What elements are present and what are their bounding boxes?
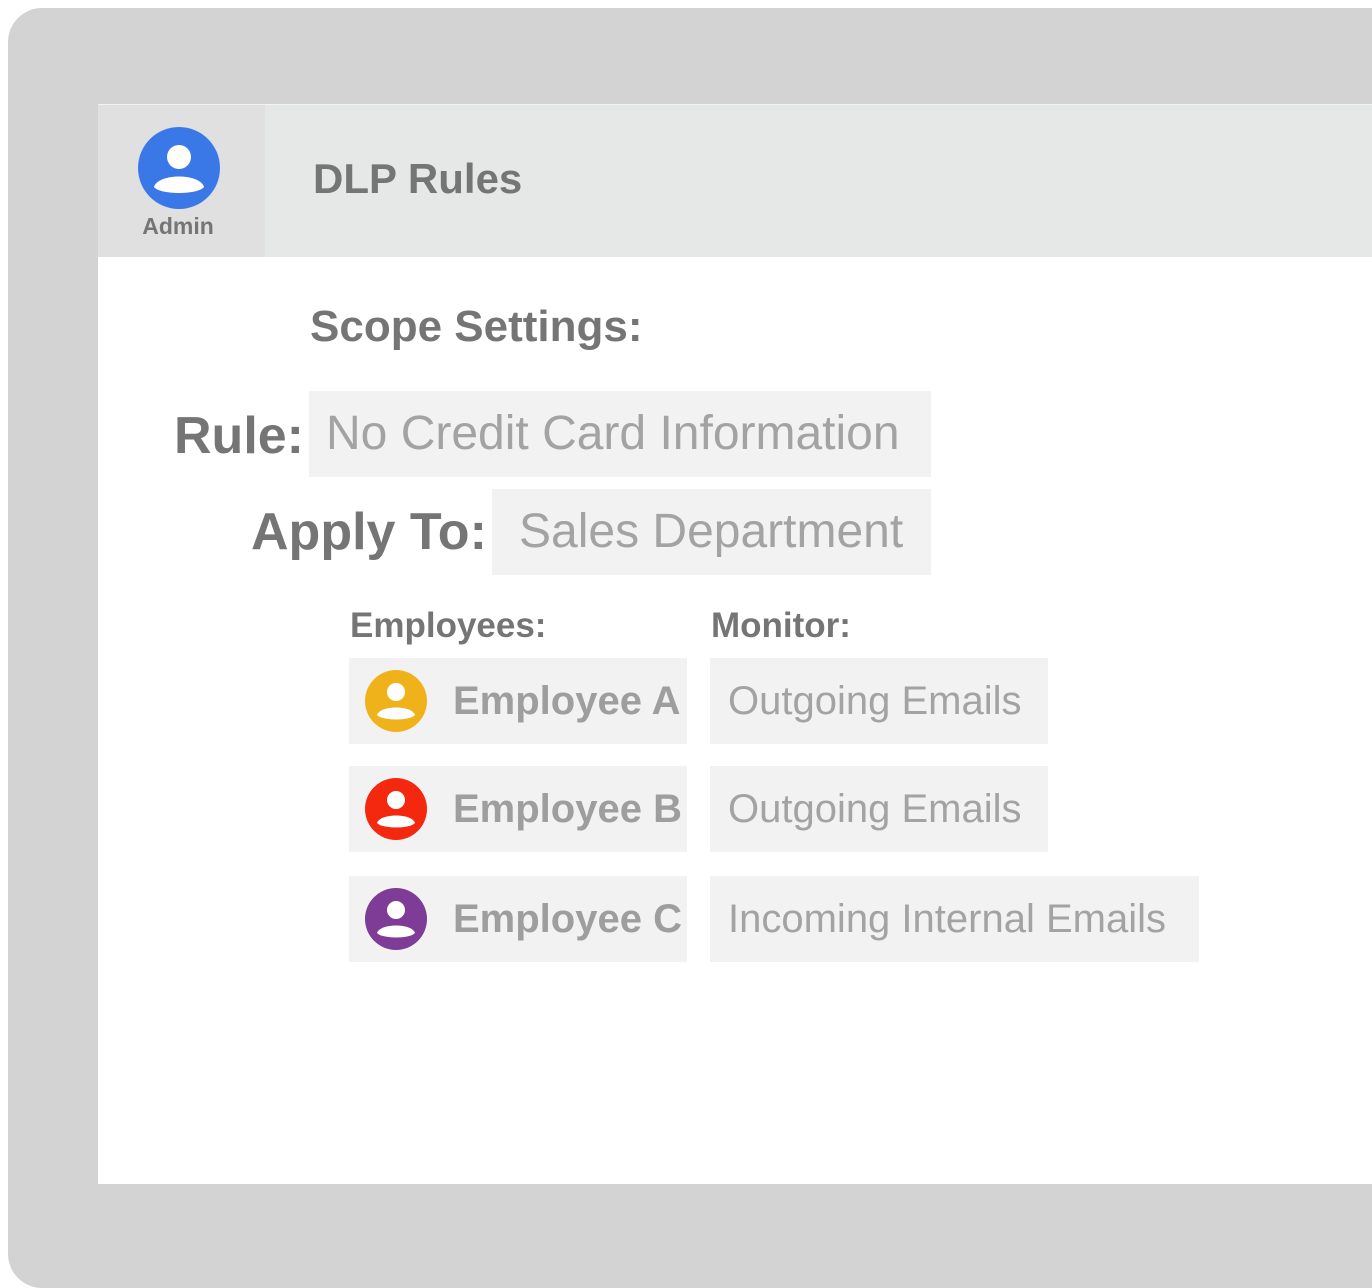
page-title: DLP Rules (313, 155, 523, 202)
apply-to-field[interactable]: Sales Department (492, 489, 931, 575)
employee-c-avatar-icon (365, 888, 427, 950)
employee-b-name: Employee B (453, 787, 682, 831)
employee-c-name: Employee C (453, 897, 682, 941)
employee-b-avatar-icon (365, 778, 427, 840)
scope-settings-heading: Scope Settings: (310, 302, 643, 351)
header-bar: Admin DLP Rules (98, 104, 1372, 257)
rule-field[interactable]: No Credit Card Information (309, 391, 931, 477)
employee-c-monitor-field[interactable]: Incoming Internal Emails (710, 876, 1199, 962)
employee-row-a[interactable]: Employee A (349, 658, 687, 744)
employee-a-avatar-icon (365, 670, 427, 732)
employee-row-c[interactable]: Employee C (349, 876, 687, 962)
employee-a-monitor-field[interactable]: Outgoing Emails (710, 658, 1048, 744)
monitor-column-header: Monitor: (711, 606, 851, 645)
admin-account[interactable]: Admin (98, 105, 265, 257)
admin-avatar-icon (138, 127, 220, 209)
admin-label: Admin (142, 213, 214, 239)
apply-to-label: Apply To: (251, 503, 487, 561)
app-screen: Admin DLP Rules Scope Settings: Rule: No… (98, 104, 1372, 1184)
rule-label: Rule: (174, 407, 304, 465)
employee-a-name: Employee A (453, 679, 681, 723)
employees-column-header: Employees: (350, 606, 547, 645)
employee-row-b[interactable]: Employee B (349, 766, 687, 852)
employee-b-monitor-field[interactable]: Outgoing Emails (710, 766, 1048, 852)
